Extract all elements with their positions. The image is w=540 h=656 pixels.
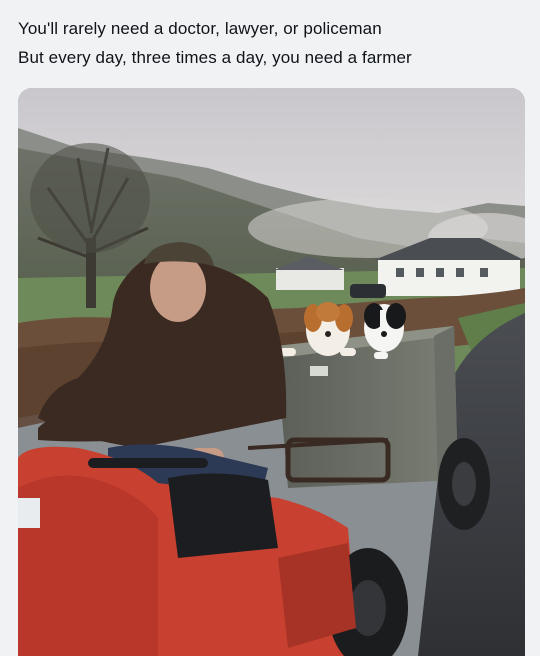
farmer-photo-illustration [18, 88, 525, 656]
post-line-1: You'll rarely need a doctor, lawyer, or … [18, 19, 382, 38]
post-text: You'll rarely need a doctor, lawyer, or … [18, 14, 523, 72]
handlebar [88, 458, 208, 468]
farmer-face [150, 254, 206, 322]
post-photo[interactable] [18, 88, 525, 656]
quad-seat [168, 473, 278, 558]
headlight [18, 498, 40, 528]
post-line-2: But every day, three times a day, you ne… [18, 48, 412, 67]
car [350, 284, 386, 298]
